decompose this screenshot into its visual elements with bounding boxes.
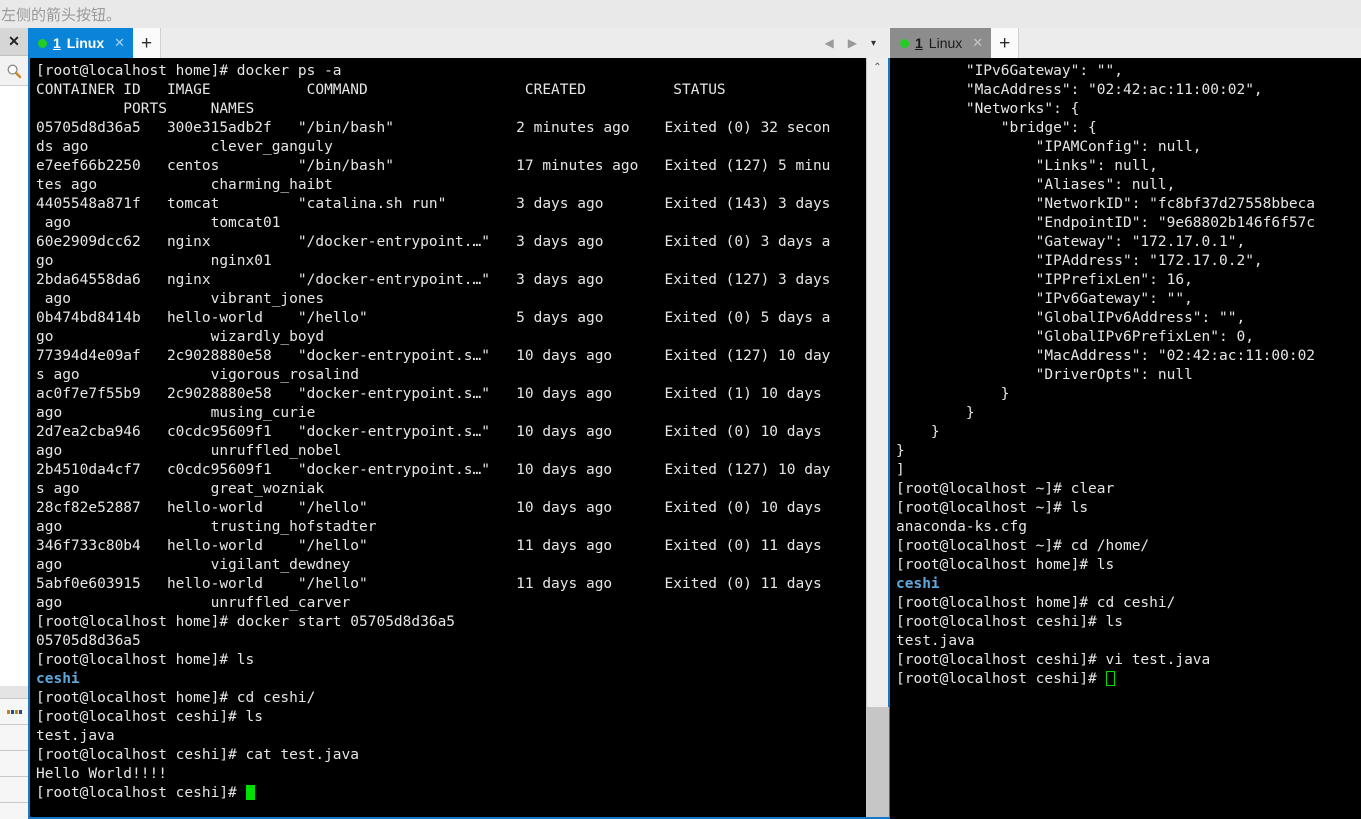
tab-number: 1 (53, 35, 61, 51)
terminal-cursor (1105, 671, 1115, 686)
hint-text: 击左侧的箭头按钮。 (0, 5, 122, 24)
dock-separator (0, 686, 28, 698)
left-terminal-surface: [root@localhost home]# docker ps -a CONT… (28, 58, 890, 819)
close-tab-icon[interactable]: ✕ (972, 35, 983, 51)
directory-name-ceshi: ceshi (896, 576, 940, 592)
hint-strip: 击左侧的箭头按钮。 (0, 0, 1361, 28)
scrollbar-thumb[interactable] (866, 707, 889, 817)
tabbar-spacer (161, 28, 824, 58)
right-terminal-text-tail: [root@localhost home]# cd ceshi/ [root@l… (896, 595, 1211, 687)
connected-status-dot (38, 38, 47, 48)
scroll-tabs-left-icon[interactable]: ◀ (825, 36, 834, 50)
new-tab-button[interactable]: + (991, 28, 1020, 58)
search-icon[interactable] (0, 56, 28, 86)
tab-label: Linux (66, 35, 105, 51)
new-tab-button[interactable]: + (133, 28, 162, 58)
right-terminal-text-main: "IPv6Gateway": "", "MacAddress": "02:42:… (896, 63, 1316, 573)
left-terminal-output[interactable]: [root@localhost home]# docker ps -a CONT… (30, 58, 866, 817)
tabbar-spacer (1019, 28, 1361, 58)
application-window: 击左侧的箭头按钮。 ✕ 1 Linux ✕ (0, 0, 1361, 819)
tab-navigation: ◀ ▶ ▾ (825, 28, 891, 58)
tab-list-dropdown-icon[interactable]: ▾ (871, 38, 876, 49)
tab-number: 1 (915, 35, 923, 51)
right-terminal-pane: 1 Linux ✕ + "IPv6Gateway": "", "MacAddre… (890, 28, 1361, 819)
tab-linux-inactive[interactable]: 1 Linux ✕ (890, 28, 992, 58)
left-terminal-text-tail: [root@localhost home]# cd ceshi/ [root@l… (36, 690, 360, 801)
left-dock: ✕ (0, 28, 28, 819)
right-tabbar: 1 Linux ✕ + (890, 28, 1361, 58)
connected-status-dot (900, 38, 909, 48)
left-terminal-text-main: [root@localhost home]# docker ps -a CONT… (36, 63, 831, 668)
close-tab-icon[interactable]: ✕ (114, 35, 125, 51)
terminal-cursor (245, 785, 255, 800)
scrollbar-track[interactable] (866, 76, 889, 817)
dock-row-item[interactable] (0, 698, 28, 724)
left-tabbar: 1 Linux ✕ + ◀ ▶ ▾ (28, 28, 890, 58)
close-panel-button[interactable]: ✕ (0, 28, 28, 56)
left-terminal-scrollbar[interactable]: ⌃ (866, 58, 889, 817)
dock-empty-area (0, 86, 28, 686)
right-terminal-output[interactable]: "IPv6Gateway": "", "MacAddress": "02:42:… (890, 58, 1361, 819)
tab-label: Linux (928, 35, 963, 51)
dock-row-item[interactable] (0, 776, 28, 802)
scroll-tabs-right-icon[interactable]: ▶ (848, 36, 857, 50)
tab-linux-active[interactable]: 1 Linux ✕ (28, 28, 134, 58)
scroll-up-icon[interactable]: ⌃ (867, 58, 889, 76)
directory-name-ceshi: ceshi (36, 671, 80, 687)
left-terminal-pane: 1 Linux ✕ + ◀ ▶ ▾ [root@localhost home]#… (28, 28, 890, 819)
dock-row-item[interactable] (0, 724, 28, 750)
right-terminal-surface: "IPv6Gateway": "", "MacAddress": "02:42:… (890, 58, 1361, 819)
dock-row-item[interactable] (0, 750, 28, 776)
files-icon (6, 709, 22, 714)
dock-row-item[interactable] (0, 802, 28, 819)
